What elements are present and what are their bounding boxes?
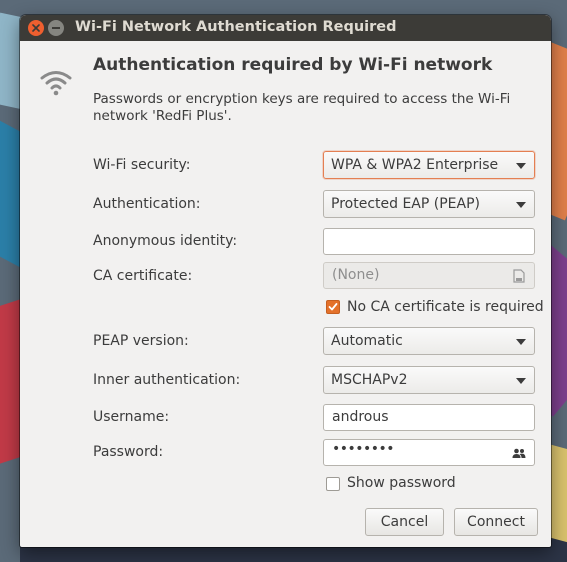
cancel-button[interactable]: Cancel (365, 508, 444, 536)
users-icon[interactable] (512, 446, 526, 460)
show-password-label[interactable]: Show password (347, 475, 456, 491)
ca-certificate-value: (None) (332, 267, 380, 283)
dialog-heading: Authentication required by Wi-Fi network (93, 55, 493, 75)
checkmark-icon (328, 303, 338, 311)
wifi-icon (40, 71, 72, 96)
ca-certificate-label: CA certificate: (93, 268, 193, 284)
authentication-label: Authentication: (93, 196, 201, 212)
minimize-icon (52, 27, 60, 29)
no-ca-required-checkbox[interactable] (326, 300, 340, 314)
peap-version-dropdown[interactable]: Automatic (323, 327, 535, 355)
password-input[interactable]: •••••••• (323, 439, 535, 466)
peap-version-label: PEAP version: (93, 333, 189, 349)
ca-certificate-chooser: (None) (323, 262, 535, 289)
wifi-security-value: WPA & WPA2 Enterprise (331, 157, 499, 173)
inner-authentication-value: MSCHAPv2 (331, 372, 408, 388)
anonymous-identity-input[interactable] (323, 228, 535, 255)
username-label: Username: (93, 409, 170, 425)
chevron-down-icon (516, 378, 526, 384)
wifi-auth-dialog: Wi-Fi Network Authentication Required Au… (20, 15, 551, 547)
chevron-down-icon (516, 202, 526, 208)
password-value: •••••••• (332, 441, 395, 457)
chevron-down-icon (516, 339, 526, 345)
show-password-checkbox[interactable] (326, 477, 340, 491)
password-label: Password: (93, 444, 164, 460)
document-open-icon (513, 269, 525, 283)
username-input[interactable]: androus (323, 404, 535, 431)
wifi-security-label: Wi-Fi security: (93, 157, 191, 173)
authentication-dropdown[interactable]: Protected EAP (PEAP) (323, 190, 535, 218)
no-ca-required-label[interactable]: No CA certificate is required (347, 299, 544, 315)
chevron-down-icon (516, 163, 526, 169)
wifi-security-dropdown[interactable]: WPA & WPA2 Enterprise (323, 151, 535, 179)
inner-authentication-label: Inner authentication: (93, 372, 241, 388)
connect-button[interactable]: Connect (454, 508, 538, 536)
anonymous-identity-label: Anonymous identity: (93, 233, 238, 249)
minimize-window-button[interactable] (48, 20, 64, 36)
username-value: androus (332, 409, 389, 425)
close-icon (32, 24, 40, 32)
window-title: Wi-Fi Network Authentication Required (75, 19, 397, 35)
title-bar: Wi-Fi Network Authentication Required (20, 15, 551, 41)
inner-authentication-dropdown[interactable]: MSCHAPv2 (323, 366, 535, 394)
close-window-button[interactable] (28, 20, 44, 36)
peap-version-value: Automatic (331, 333, 403, 349)
authentication-value: Protected EAP (PEAP) (331, 196, 480, 212)
dialog-description: Passwords or encryption keys are require… (93, 91, 511, 124)
